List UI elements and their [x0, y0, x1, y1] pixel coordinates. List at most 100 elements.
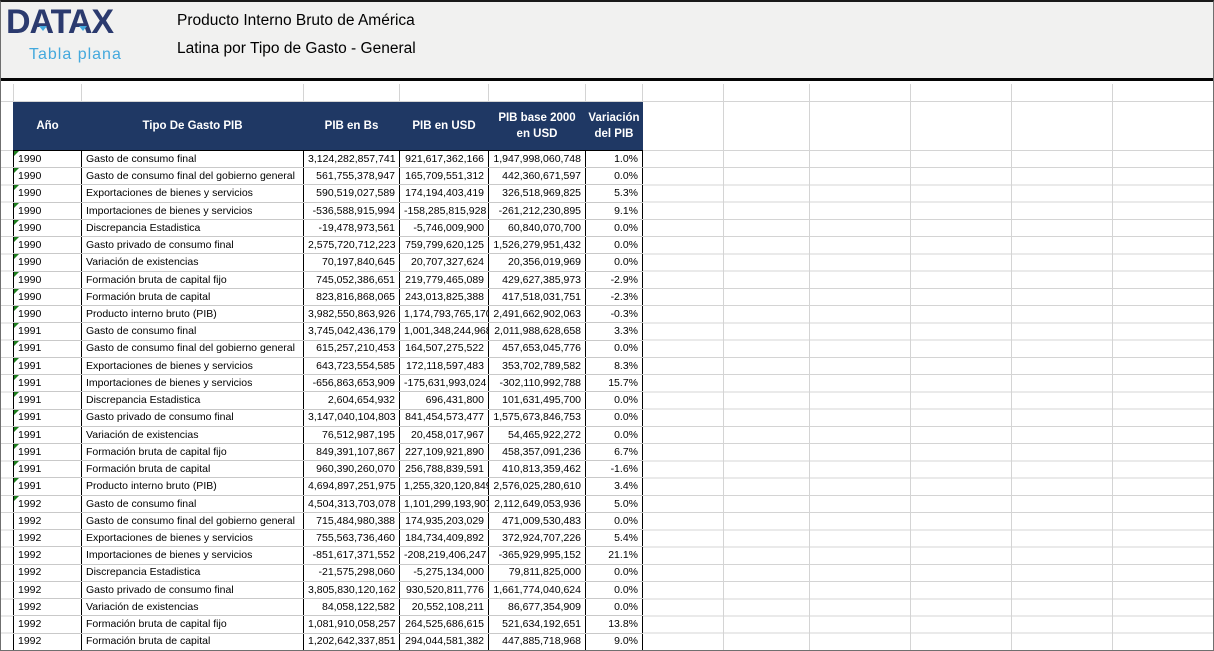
cell-var[interactable]: 0.0%	[586, 581, 643, 598]
cell-tipo[interactable]: Variación de existencias	[82, 599, 304, 616]
cell-usd[interactable]: 1,001,348,244,968	[400, 323, 489, 340]
cell-var[interactable]: 6.7%	[586, 443, 643, 460]
cell-usd[interactable]: 227,109,921,890	[400, 443, 489, 460]
cell-year[interactable]: 1991	[14, 392, 82, 409]
cell-usd2000[interactable]: 86,677,354,909	[489, 599, 586, 616]
cell-tipo[interactable]: Gasto privado de consumo final	[82, 237, 304, 254]
cell-usd2000[interactable]: 2,491,662,902,063	[489, 306, 586, 323]
cell-year[interactable]: 1990	[14, 288, 82, 305]
cell-usd[interactable]: -208,219,406,247	[400, 547, 489, 564]
cell-usd2000[interactable]: 1,661,774,040,624	[489, 581, 586, 598]
cell-tipo[interactable]: Formación bruta de capital	[82, 633, 304, 650]
cell-year[interactable]: 1990	[14, 254, 82, 271]
cell-usd2000[interactable]: 457,653,045,776	[489, 340, 586, 357]
cell-year[interactable]: 1991	[14, 375, 82, 392]
cell-bs[interactable]: 4,504,313,703,078	[304, 495, 400, 512]
cell-year[interactable]: 1990	[14, 271, 82, 288]
cell-tipo[interactable]: Gasto de consumo final	[82, 323, 304, 340]
cell-usd2000[interactable]: 54,465,922,272	[489, 426, 586, 443]
cell-usd2000[interactable]: 2,112,649,053,936	[489, 495, 586, 512]
cell-bs[interactable]: 849,391,107,867	[304, 443, 400, 460]
cell-tipo[interactable]: Exportaciones de bienes y servicios	[82, 185, 304, 202]
cell-year[interactable]: 1992	[14, 530, 82, 547]
cell-tipo[interactable]: Variación de existencias	[82, 254, 304, 271]
column-header-pib-bs[interactable]: PIB en Bs	[304, 103, 400, 151]
cell-usd2000[interactable]: 20,356,019,969	[489, 254, 586, 271]
cell-var[interactable]: 0.0%	[586, 254, 643, 271]
cell-usd2000[interactable]: 1,947,998,060,748	[489, 151, 586, 168]
cell-var[interactable]: 0.0%	[586, 168, 643, 185]
cell-var[interactable]: -0.3%	[586, 306, 643, 323]
cell-usd[interactable]: 1,255,320,120,849	[400, 478, 489, 495]
column-header-ano[interactable]: Año	[14, 103, 82, 151]
cell-usd[interactable]: -158,285,815,928	[400, 202, 489, 219]
cell-usd[interactable]: 174,935,203,029	[400, 512, 489, 529]
cell-var[interactable]: 0.0%	[586, 392, 643, 409]
cell-usd2000[interactable]: -261,212,230,895	[489, 202, 586, 219]
cell-bs[interactable]: 755,563,736,460	[304, 530, 400, 547]
cell-usd2000[interactable]: 1,575,673,846,753	[489, 409, 586, 426]
cell-bs[interactable]: 3,745,042,436,179	[304, 323, 400, 340]
cell-year[interactable]: 1991	[14, 461, 82, 478]
cell-bs[interactable]: 4,694,897,251,975	[304, 478, 400, 495]
cell-bs[interactable]: 1,081,910,058,257	[304, 616, 400, 633]
cell-var[interactable]: -2.9%	[586, 271, 643, 288]
cell-bs[interactable]: 3,147,040,104,803	[304, 409, 400, 426]
cell-usd2000[interactable]: 353,702,789,582	[489, 357, 586, 374]
cell-bs[interactable]: 1,202,642,337,851	[304, 633, 400, 650]
cell-year[interactable]: 1990	[14, 185, 82, 202]
cell-year[interactable]: 1990	[14, 237, 82, 254]
cell-var[interactable]: 1.0%	[586, 151, 643, 168]
cell-usd2000[interactable]: 471,009,530,483	[489, 512, 586, 529]
cell-usd[interactable]: 1,174,793,765,170	[400, 306, 489, 323]
column-header-pib-usd[interactable]: PIB en USD	[400, 103, 489, 151]
cell-usd[interactable]: -5,746,009,900	[400, 219, 489, 236]
cell-var[interactable]: 13.8%	[586, 616, 643, 633]
cell-usd2000[interactable]: -302,110,992,788	[489, 375, 586, 392]
cell-tipo[interactable]: Formación bruta de capital	[82, 461, 304, 478]
column-header-tipo[interactable]: Tipo De Gasto PIB	[82, 103, 304, 151]
cell-usd[interactable]: 20,458,017,967	[400, 426, 489, 443]
cell-year[interactable]: 1991	[14, 426, 82, 443]
cell-usd[interactable]: 921,617,362,166	[400, 151, 489, 168]
cell-var[interactable]: 8.3%	[586, 357, 643, 374]
cell-var[interactable]: -2.3%	[586, 288, 643, 305]
cell-var[interactable]: -1.6%	[586, 461, 643, 478]
cell-usd[interactable]: 256,788,839,591	[400, 461, 489, 478]
cell-var[interactable]: 3.3%	[586, 323, 643, 340]
cell-year[interactable]: 1992	[14, 495, 82, 512]
cell-usd[interactable]: 172,118,597,483	[400, 357, 489, 374]
cell-year[interactable]: 1991	[14, 323, 82, 340]
cell-bs[interactable]: -19,478,973,561	[304, 219, 400, 236]
cell-tipo[interactable]: Producto interno bruto (PIB)	[82, 306, 304, 323]
cell-usd[interactable]: 184,734,409,892	[400, 530, 489, 547]
cell-usd[interactable]: -175,631,993,024	[400, 375, 489, 392]
cell-usd2000[interactable]: 521,634,192,651	[489, 616, 586, 633]
cell-usd2000[interactable]: 101,631,495,700	[489, 392, 586, 409]
cell-var[interactable]: 5.4%	[586, 530, 643, 547]
cell-usd[interactable]: 294,044,581,382	[400, 633, 489, 650]
cell-year[interactable]: 1991	[14, 340, 82, 357]
cell-tipo[interactable]: Exportaciones de bienes y servicios	[82, 530, 304, 547]
cell-var[interactable]: 15.7%	[586, 375, 643, 392]
cell-usd2000[interactable]: 442,360,671,597	[489, 168, 586, 185]
cell-bs[interactable]: 84,058,122,582	[304, 599, 400, 616]
cell-year[interactable]: 1992	[14, 633, 82, 650]
cell-usd[interactable]: 243,013,825,388	[400, 288, 489, 305]
cell-bs[interactable]: 590,519,027,589	[304, 185, 400, 202]
cell-bs[interactable]: 715,484,980,388	[304, 512, 400, 529]
cell-usd[interactable]: 165,709,551,312	[400, 168, 489, 185]
cell-usd[interactable]: 164,507,275,522	[400, 340, 489, 357]
cell-var[interactable]: 5.0%	[586, 495, 643, 512]
cell-bs[interactable]: 2,604,654,932	[304, 392, 400, 409]
column-header-pib-base2000[interactable]: PIB base 2000 en USD	[489, 103, 586, 151]
cell-var[interactable]: 5.3%	[586, 185, 643, 202]
cell-tipo[interactable]: Formación bruta de capital fijo	[82, 443, 304, 460]
cell-year[interactable]: 1991	[14, 409, 82, 426]
cell-year[interactable]: 1991	[14, 357, 82, 374]
cell-usd2000[interactable]: 79,811,825,000	[489, 564, 586, 581]
cell-bs[interactable]: 3,982,550,863,926	[304, 306, 400, 323]
cell-bs[interactable]: -851,617,371,552	[304, 547, 400, 564]
cell-usd[interactable]: 264,525,686,615	[400, 616, 489, 633]
cell-usd2000[interactable]: 1,526,279,951,432	[489, 237, 586, 254]
